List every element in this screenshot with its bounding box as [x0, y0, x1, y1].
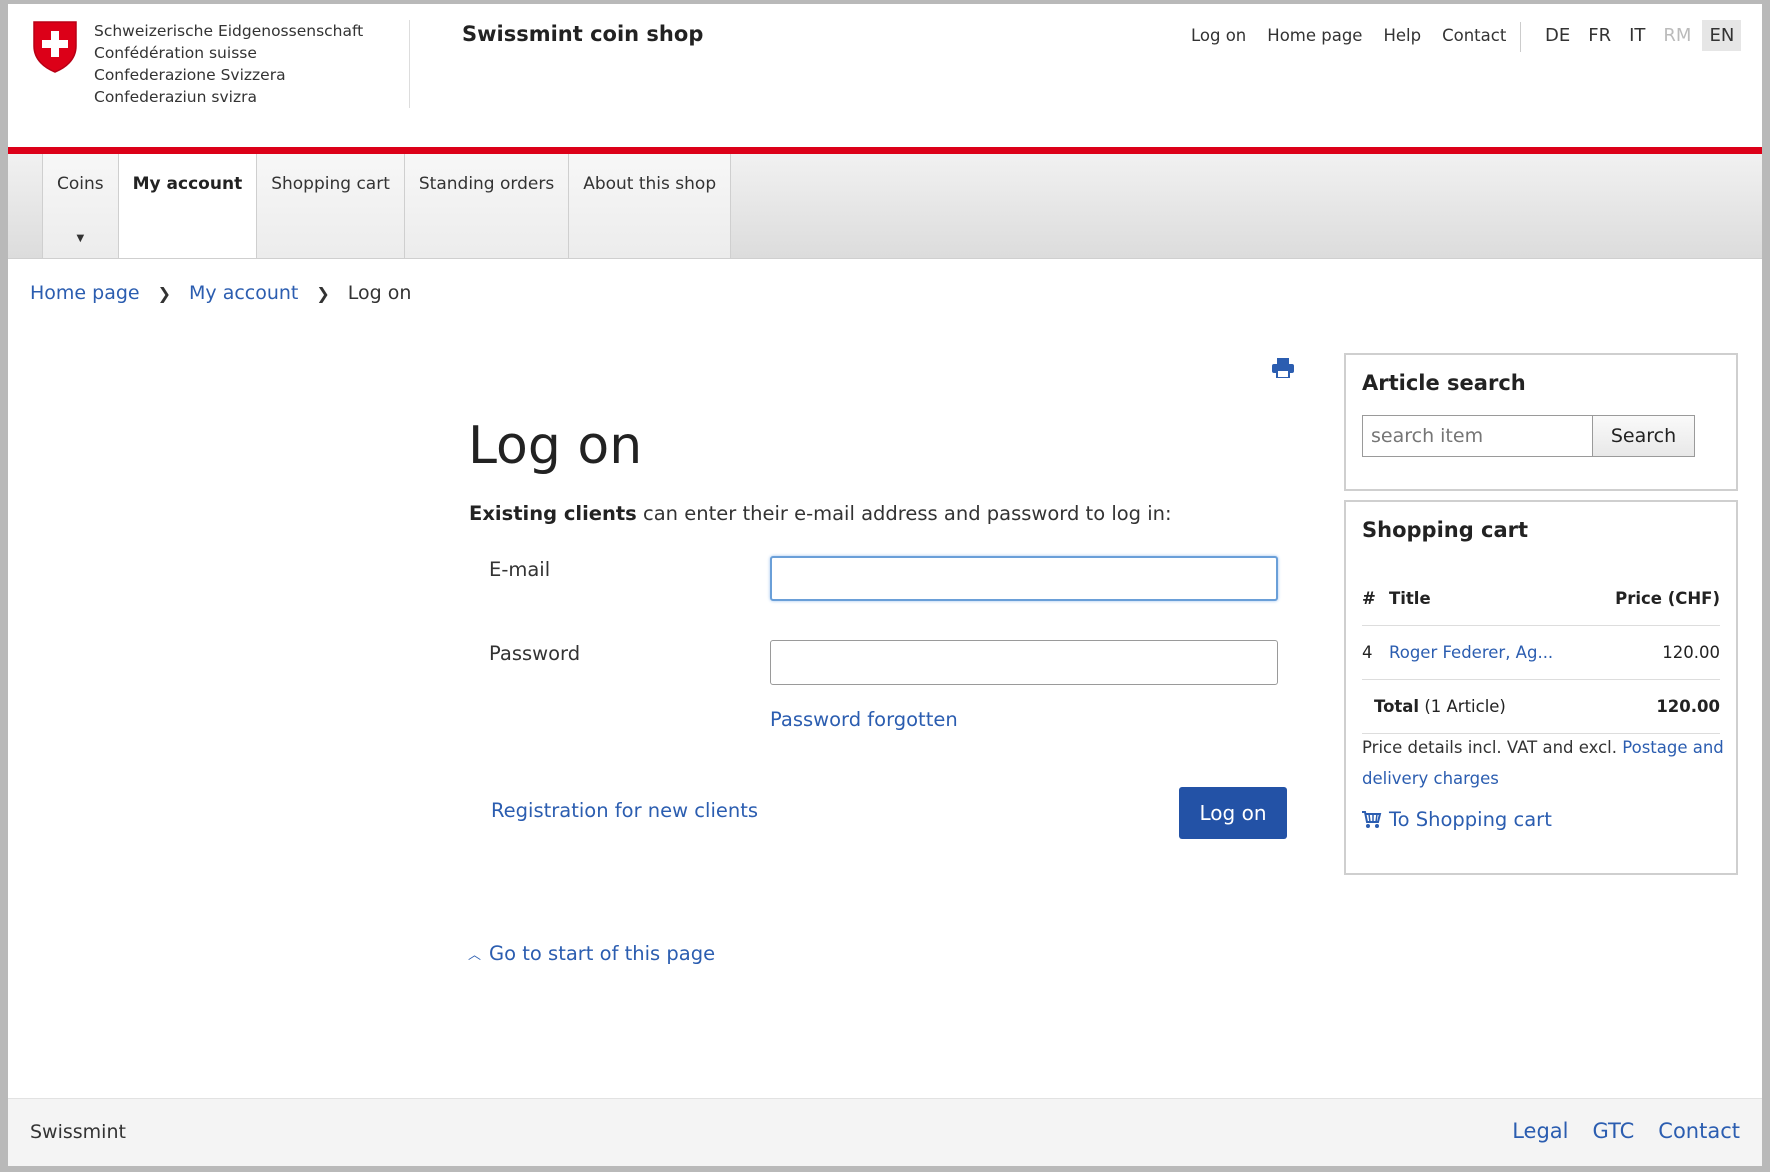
password-label: Password	[489, 642, 581, 665]
footer-links: Legal GTC Contact	[1488, 1119, 1740, 1143]
chevron-up-icon: ︿	[468, 948, 482, 963]
cart-col-price: Price (CHF)	[1590, 572, 1720, 626]
nav-item-shopping-cart[interactable]: Shopping cart	[257, 154, 405, 258]
email-input[interactable]	[770, 556, 1278, 601]
nav-item-label: About this shop	[583, 174, 717, 194]
login-intro-text: can enter their e-mail address and passw…	[636, 502, 1172, 525]
cart-col-num: #	[1362, 572, 1389, 626]
federation-name-fr: Confédération suisse	[94, 44, 257, 62]
shopping-cart-icon	[1362, 810, 1382, 828]
lang-it[interactable]: IT	[1622, 20, 1652, 51]
log-on-button[interactable]: Log on	[1179, 787, 1287, 839]
shop-title[interactable]: Swissmint coin shop	[462, 22, 703, 46]
chevron-right-icon: ❯	[316, 283, 330, 303]
top-link-home-page[interactable]: Home page	[1267, 26, 1362, 45]
go-to-top-link[interactable]: ︿ Go to start of this page	[468, 942, 715, 965]
footer-link-legal[interactable]: Legal	[1512, 1119, 1568, 1143]
print-icon[interactable]	[1272, 358, 1294, 378]
to-shopping-cart-label: To Shopping cart	[1389, 808, 1552, 831]
login-intro: Existing clients can enter their e-mail …	[469, 502, 1172, 525]
nav-item-about-this-shop[interactable]: About this shop	[569, 154, 732, 258]
shopping-cart-title: Shopping cart	[1362, 518, 1529, 542]
cart-note-text: Price details incl. VAT and excl.	[1362, 738, 1623, 757]
password-forgotten-link[interactable]: Password forgotten	[770, 708, 958, 731]
federation-names: Schweizerische Eidgenossenschaft Confédé…	[94, 20, 363, 108]
shopping-cart-box: Shopping cart # Title Price (CHF) 4 Roge…	[1344, 500, 1738, 875]
footer-link-gtc[interactable]: GTC	[1593, 1119, 1635, 1143]
header-divider	[409, 20, 410, 108]
cart-col-title: Title	[1389, 572, 1591, 626]
page: Schweizerische Eidgenossenschaft Confédé…	[8, 4, 1762, 1166]
cart-item-qty: 4	[1362, 625, 1389, 680]
nav-item-label: Shopping cart	[271, 174, 390, 194]
header: Schweizerische Eidgenossenschaft Confédé…	[8, 4, 1762, 149]
top-links: Log on Home page Help Contact	[1191, 26, 1527, 45]
search-input[interactable]	[1362, 415, 1592, 457]
federal-red-bar	[8, 147, 1762, 154]
caret-down-icon: ▼	[76, 233, 85, 244]
cart-item-title-link[interactable]: Roger Federer, Ag...	[1389, 643, 1553, 662]
email-label: E-mail	[489, 558, 551, 581]
language-separator	[1520, 22, 1521, 52]
nav-item-label: My account	[132, 174, 243, 194]
cart-item-price: 120.00	[1590, 625, 1720, 680]
cart-header-row: # Title Price (CHF)	[1362, 572, 1720, 626]
search-button[interactable]: Search	[1592, 415, 1695, 457]
nav-item-coins[interactable]: Coins ▼	[42, 154, 119, 258]
nav-item-label: Standing orders	[418, 174, 555, 194]
registration-link[interactable]: Registration for new clients	[491, 799, 758, 822]
cart-total-row: Total (1 Article) 120.00	[1362, 679, 1720, 734]
cart-table: # Title Price (CHF) 4 Roger Federer, Ag.…	[1362, 572, 1720, 734]
table-row: 4 Roger Federer, Ag... 120.00	[1362, 625, 1720, 680]
breadcrumb-home-page[interactable]: Home page	[30, 282, 140, 304]
top-link-log-on[interactable]: Log on	[1191, 26, 1246, 45]
federation-name-de: Schweizerische Eidgenossenschaft	[94, 22, 364, 40]
main-nav: Coins ▼ My account Shopping cart Standin…	[8, 154, 1762, 259]
article-search-box: Article search Search	[1344, 353, 1738, 491]
cart-total-label: Total	[1374, 697, 1420, 716]
chevron-right-icon: ❯	[157, 283, 172, 303]
breadcrumb: Home page ❯ My account ❯ Log on	[30, 282, 411, 304]
cart-total-value: 120.00	[1590, 679, 1720, 734]
breadcrumb-current: Log on	[347, 282, 412, 304]
nav-item-my-account[interactable]: My account	[118, 154, 258, 258]
login-intro-bold: Existing clients	[469, 502, 637, 525]
to-shopping-cart-link[interactable]: To Shopping cart	[1362, 808, 1552, 831]
lang-fr[interactable]: FR	[1581, 20, 1618, 51]
breadcrumb-my-account[interactable]: My account	[189, 282, 298, 304]
federation-name-rm: Confederaziun svizra	[94, 88, 257, 106]
lang-de[interactable]: DE	[1538, 20, 1577, 51]
password-input[interactable]	[770, 640, 1278, 685]
cart-total-count: (1 Article)	[1419, 697, 1506, 716]
top-link-help[interactable]: Help	[1383, 26, 1421, 45]
nav-item-label: Coins	[57, 174, 104, 194]
page-title: Log on	[468, 416, 643, 476]
cart-price-note: Price details incl. VAT and excl. Postag…	[1362, 732, 1727, 794]
footer-brand: Swissmint	[30, 1121, 126, 1143]
swiss-coat-of-arms-icon	[33, 21, 77, 73]
lang-en[interactable]: EN	[1702, 20, 1742, 51]
footer-link-contact[interactable]: Contact	[1658, 1119, 1740, 1143]
lang-rm: RM	[1663, 25, 1692, 46]
footer: Swissmint Legal GTC Contact	[8, 1098, 1762, 1166]
federation-name-it: Confederazione Svizzera	[94, 66, 286, 84]
language-switcher: DE FR IT RM EN	[1538, 20, 1745, 51]
go-to-top-label: Go to start of this page	[489, 942, 716, 965]
top-link-contact[interactable]: Contact	[1442, 26, 1506, 45]
nav-item-standing-orders[interactable]: Standing orders	[404, 154, 570, 258]
article-search-title: Article search	[1362, 371, 1526, 395]
